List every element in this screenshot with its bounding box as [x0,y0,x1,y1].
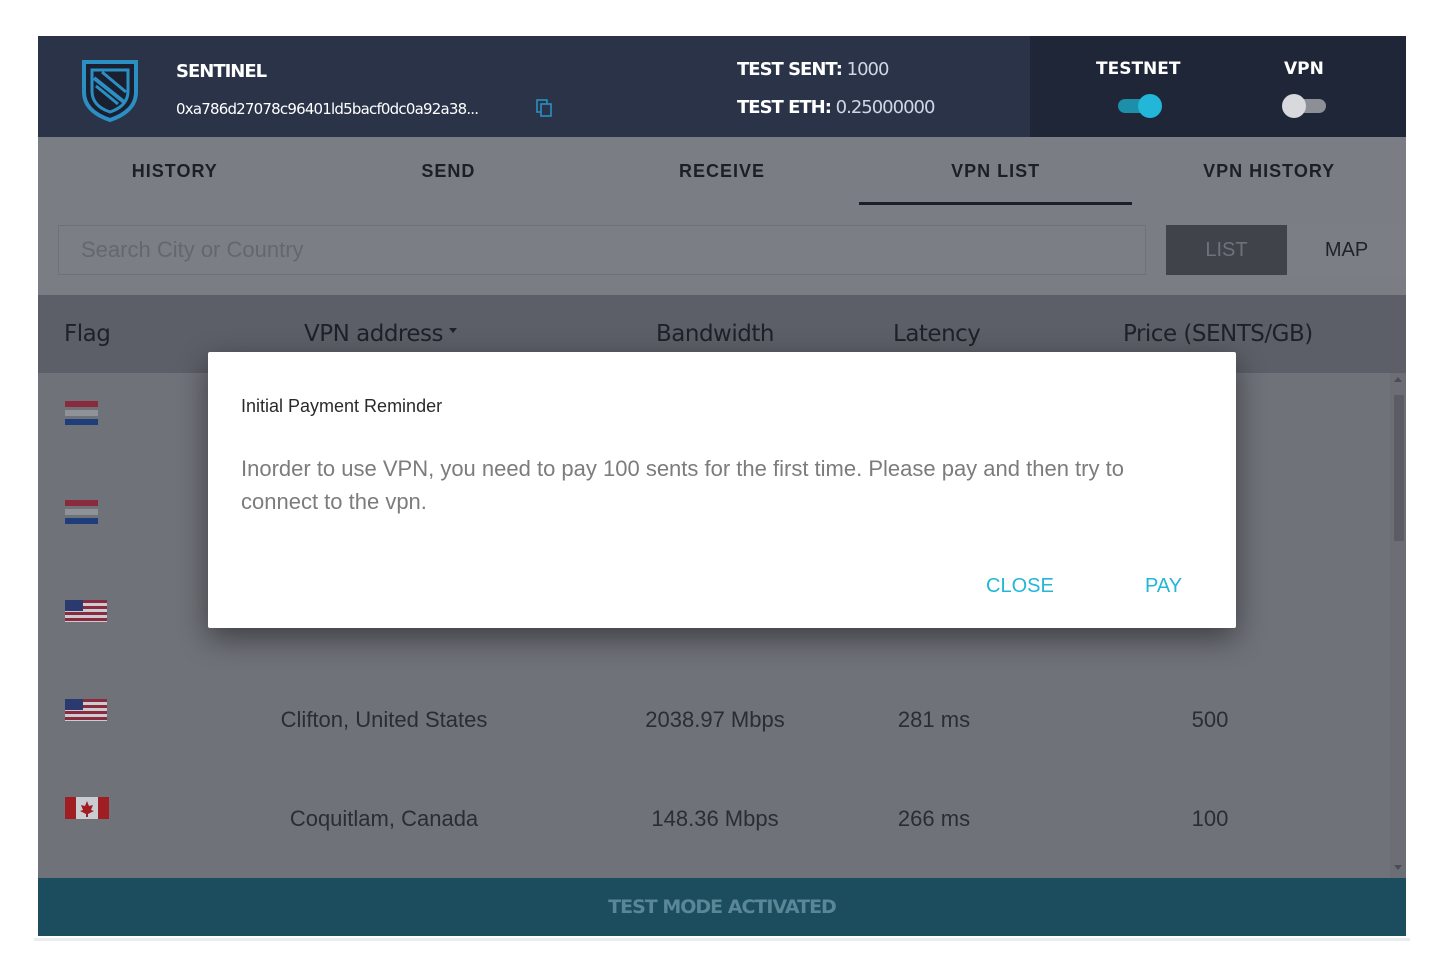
testnet-toggle-knob [1138,94,1162,118]
app-header: SENTINEL 0xa786d27078c96401ld5bacf0dc0a9… [38,36,1406,137]
vpn-address-cell: Clifton, United States [280,707,488,732]
header-toggle-panel [1030,36,1406,137]
vpn-toggle-knob [1282,94,1306,118]
tab-history[interactable]: HISTORY [38,137,312,205]
column-header-flag: Flag [64,321,111,347]
test-sent-label: TEST SENT: [737,59,843,80]
brand-name: SENTINEL [176,61,267,82]
bandwidth-cell: 148.36 Mbps [651,806,779,831]
canada-flag-icon [65,797,109,819]
payment-reminder-dialog: Initial Payment Reminder Inorder to use … [208,352,1236,628]
search-toolbar: LIST MAP [38,205,1406,295]
vpn-label: VPN [1284,59,1324,79]
sort-caret-icon [448,328,457,333]
close-button[interactable]: CLOSE [986,575,1054,598]
united-states-flag-icon [65,699,107,721]
testnet-label: TESTNET [1096,59,1181,79]
vpn-toggle[interactable] [1280,92,1330,118]
table-row[interactable]: Clifton, United States 2038.97 Mbps 281 … [38,670,1390,769]
search-input[interactable] [58,225,1146,275]
bandwidth-cell: 2038.97 Mbps [645,707,785,732]
test-mode-status-bar: TEST MODE ACTIVATED [38,878,1406,936]
latency-cell: 266 ms [897,806,971,831]
scroll-up-arrow-icon[interactable] [1394,377,1402,382]
pay-button[interactable]: PAY [1145,575,1182,598]
netherlands-flag-icon [65,401,98,425]
scroll-down-arrow-icon[interactable] [1394,865,1402,870]
test-eth-label: TEST ETH: [737,97,832,118]
copy-icon[interactable] [536,99,552,117]
test-eth-balance: TEST ETH: 0.25000000 [737,97,936,118]
frame-border [34,938,1410,941]
tab-send[interactable]: SEND [312,137,586,205]
dialog-title: Initial Payment Reminder [241,396,443,416]
table-row[interactable]: Coquitlam, Canada 148.36 Mbps 266 ms 100 [38,769,1390,868]
test-sent-value: 1000 [846,59,890,80]
column-header-vpn-address-label: VPN address [304,321,443,347]
list-view-button[interactable]: LIST [1166,225,1287,275]
scrollbar-thumb[interactable] [1394,395,1404,541]
test-sent-balance: TEST SENT: 1000 [737,59,890,80]
tab-vpn-list[interactable]: VPN LIST [858,137,1133,205]
sentinel-app-window: SENTINEL 0xa786d27078c96401ld5bacf0dc0a9… [38,36,1406,936]
netherlands-flag-icon [65,500,98,524]
tab-vpn-history[interactable]: VPN HISTORY [1132,137,1406,205]
map-view-button[interactable]: MAP [1287,225,1406,275]
vertical-scrollbar[interactable] [1390,373,1406,878]
tab-receive[interactable]: RECEIVE [585,137,859,205]
united-states-flag-icon [65,600,107,622]
vpn-address-cell: Coquitlam, Canada [289,806,479,831]
dialog-message: Inorder to use VPN, you need to pay 100 … [241,456,1124,514]
main-tabs: HISTORY SEND RECEIVE VPN LIST VPN HISTOR… [38,137,1406,205]
latency-cell: 281 ms [897,707,971,732]
testnet-toggle[interactable] [1114,92,1164,118]
test-eth-value: 0.25000000 [835,97,936,118]
price-cell: 500 [1191,707,1229,732]
sentinel-shield-logo [82,60,138,122]
price-cell: 100 [1191,806,1229,831]
wallet-address: 0xa786d27078c96401ld5bacf0dc0a92a38... [176,100,479,118]
